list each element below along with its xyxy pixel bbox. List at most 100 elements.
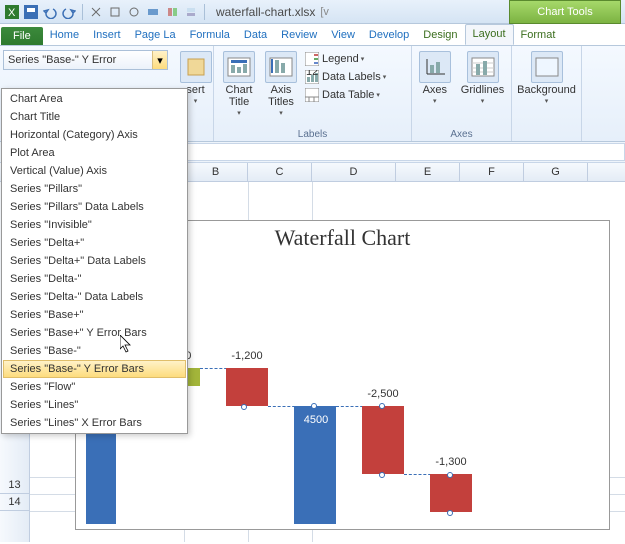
- dropdown-item[interactable]: Series "Base-": [3, 342, 186, 360]
- selection-handle[interactable]: [447, 472, 453, 478]
- qat-icon[interactable]: [164, 4, 180, 20]
- background-icon: [531, 51, 563, 83]
- quick-access-toolbar: X waterfall-chart.xlsx [v Chart Tools: [0, 0, 625, 24]
- chevron-down-icon: ▾: [376, 91, 380, 99]
- svg-text:X: X: [8, 7, 16, 19]
- legend-button[interactable]: Legend▾: [302, 50, 388, 68]
- axes-icon: [419, 51, 451, 83]
- save-icon[interactable]: [23, 4, 39, 20]
- qat-icon[interactable]: [145, 4, 161, 20]
- tab-data[interactable]: Data: [237, 26, 274, 45]
- gridlines-icon: [467, 51, 499, 83]
- data-table-icon: [304, 87, 320, 103]
- dropdown-item[interactable]: Horizontal (Category) Axis: [3, 126, 186, 144]
- qat-icon[interactable]: [107, 4, 123, 20]
- selection-handle[interactable]: [311, 403, 317, 409]
- col-header[interactable]: F: [460, 163, 524, 181]
- chevron-down-icon[interactable]: ▾: [152, 51, 167, 69]
- tab-layout[interactable]: Layout: [465, 24, 514, 45]
- insert-icon: [180, 51, 212, 83]
- dropdown-item[interactable]: Series "Lines" X Error Bars: [3, 414, 186, 432]
- col-header[interactable]: G: [524, 163, 588, 181]
- col-header[interactable]: C: [248, 163, 312, 181]
- contextual-tab-chart-tools: Chart Tools: [509, 0, 621, 24]
- legend-icon: [304, 51, 320, 67]
- background-button[interactable]: Background ▾: [512, 48, 581, 108]
- chevron-down-icon: ▾: [361, 55, 365, 63]
- dropdown-item[interactable]: Series "Flow": [3, 378, 186, 396]
- axes-button[interactable]: Axes ▾: [414, 48, 456, 108]
- redo-icon[interactable]: [61, 4, 77, 20]
- row-header[interactable]: 14: [0, 494, 29, 511]
- tab-insert[interactable]: Insert: [86, 26, 128, 45]
- bar-delta-neg[interactable]: [430, 474, 472, 512]
- tab-format[interactable]: Format: [514, 26, 563, 45]
- formula-input[interactable]: [118, 143, 625, 161]
- window-title: waterfall-chart.xlsx: [216, 5, 315, 19]
- data-label: 4500: [296, 414, 336, 426]
- dropdown-item[interactable]: Series "Base-" Y Error Bars: [3, 360, 186, 378]
- tab-design[interactable]: Design: [416, 26, 464, 45]
- data-label: -1,300: [421, 456, 481, 468]
- dropdown-item[interactable]: Series "Pillars" Data Labels: [3, 198, 186, 216]
- selection-handle[interactable]: [447, 510, 453, 516]
- tab-developer[interactable]: Develop: [362, 26, 416, 45]
- data-label: -2,500: [353, 388, 413, 400]
- dropdown-item[interactable]: Plot Area: [3, 144, 186, 162]
- title-truncated: [v: [320, 6, 329, 18]
- chart-title-icon: [223, 51, 255, 83]
- gridlines-button[interactable]: Gridlines ▾: [456, 48, 509, 108]
- data-labels-button[interactable]: 12Data Labels▾: [302, 68, 388, 86]
- dropdown-item[interactable]: Series "Delta-" Data Labels: [3, 288, 186, 306]
- tab-file[interactable]: File: [1, 27, 43, 45]
- bar-delta-neg[interactable]: [362, 406, 404, 474]
- qat-icon[interactable]: [183, 4, 199, 20]
- axis-titles-button[interactable]: Axis Titles ▾: [260, 48, 302, 126]
- chevron-down-icon: ▾: [279, 109, 283, 117]
- chevron-down-icon: ▾: [545, 97, 549, 105]
- axis-titles-icon: [265, 51, 297, 83]
- dropdown-item[interactable]: Series "Pillars": [3, 180, 186, 198]
- dropdown-item[interactable]: Series "Delta+" Data Labels: [3, 252, 186, 270]
- data-labels-icon: 12: [304, 69, 320, 85]
- dropdown-item[interactable]: Chart Area: [3, 90, 186, 108]
- group-label-axes: Axes: [416, 128, 507, 140]
- qat-icon[interactable]: [88, 4, 104, 20]
- row-header[interactable]: 13: [0, 477, 29, 494]
- tab-view[interactable]: View: [324, 26, 362, 45]
- chart-title-button[interactable]: Chart Title ▾: [218, 48, 260, 126]
- svg-text:12: 12: [306, 70, 318, 78]
- dropdown-item[interactable]: Series "Invisible": [3, 216, 186, 234]
- bar-delta-neg[interactable]: [226, 368, 268, 406]
- mouse-cursor: [120, 335, 136, 358]
- chart-element-dropdown[interactable]: Chart AreaChart TitleHorizontal (Categor…: [1, 88, 188, 434]
- dropdown-item[interactable]: Vertical (Value) Axis: [3, 162, 186, 180]
- selection-handle[interactable]: [379, 472, 385, 478]
- dropdown-item[interactable]: Series "Base+": [3, 306, 186, 324]
- dropdown-item[interactable]: Series "Delta+": [3, 234, 186, 252]
- tab-page-layout[interactable]: Page La: [128, 26, 183, 45]
- col-header[interactable]: B: [184, 163, 248, 181]
- chevron-down-icon: ▾: [383, 73, 387, 81]
- group-label-labels: Labels: [214, 128, 411, 140]
- chevron-down-icon: ▾: [194, 97, 198, 105]
- tab-formulas[interactable]: Formula: [183, 26, 237, 45]
- data-table-button[interactable]: Data Table▾: [302, 86, 388, 104]
- dropdown-item[interactable]: Chart Title: [3, 108, 186, 126]
- chevron-down-icon: ▾: [237, 109, 241, 117]
- col-header[interactable]: E: [396, 163, 460, 181]
- tab-review[interactable]: Review: [274, 26, 324, 45]
- tab-home[interactable]: Home: [43, 26, 86, 45]
- qat-icon[interactable]: [126, 4, 142, 20]
- ribbon-tabs: File Home Insert Page La Formula Data Re…: [0, 24, 625, 46]
- dropdown-item[interactable]: Series "Base+" Y Error Bars: [3, 324, 186, 342]
- undo-icon[interactable]: [42, 4, 58, 20]
- col-header[interactable]: D: [312, 163, 396, 181]
- dropdown-item[interactable]: Series "Delta-": [3, 270, 186, 288]
- dropdown-item[interactable]: Series "Lines": [3, 396, 186, 414]
- selection-handle[interactable]: [241, 404, 247, 410]
- chevron-down-icon: ▾: [481, 97, 485, 105]
- chart-element-selector[interactable]: Series "Base-" Y Error ▾: [3, 50, 168, 70]
- selection-handle[interactable]: [379, 403, 385, 409]
- chevron-down-icon: ▾: [433, 97, 437, 105]
